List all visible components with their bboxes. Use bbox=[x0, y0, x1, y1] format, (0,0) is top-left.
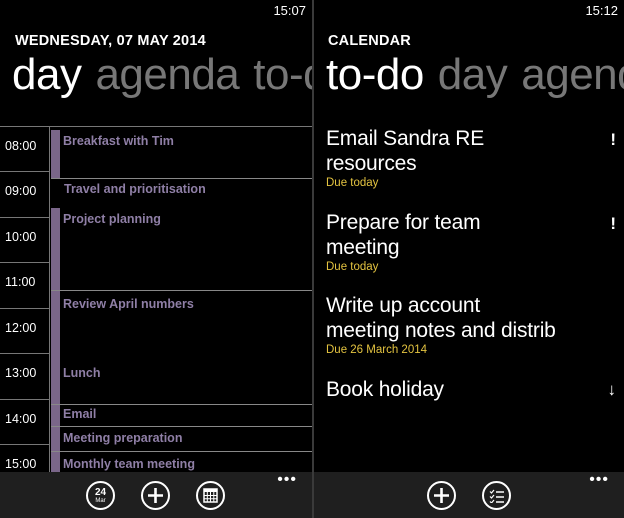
todo-due-date: Due 26 March 2014 bbox=[326, 344, 428, 356]
calendar-event[interactable]: Email bbox=[51, 404, 312, 427]
app-bar: ••• bbox=[314, 472, 624, 518]
todo-title: Book holiday bbox=[326, 378, 444, 401]
todo-title: meeting notes and distrib bbox=[326, 319, 556, 342]
pivot-agenda[interactable]: agenda bbox=[521, 50, 624, 100]
status-time: 15:12 bbox=[585, 3, 618, 18]
event-color-bar bbox=[51, 130, 60, 178]
hour-slot: 11:00 bbox=[0, 262, 50, 307]
calendar-day-screen: 15:07 WEDNESDAY, 07 MAY 2014 day agenda to… bbox=[0, 0, 312, 518]
pivot-todo[interactable]: to-do bbox=[253, 50, 312, 100]
todo-due-date: Due today bbox=[326, 261, 379, 273]
day-timeline[interactable]: 08:00 09:00 10:00 11:00 12:00 13:00 14:0… bbox=[0, 126, 312, 472]
hour-label: 15:00 bbox=[5, 457, 37, 471]
app-bar: 24 Mar ••• bbox=[0, 472, 312, 518]
calendar-event[interactable]: Meeting preparation bbox=[51, 426, 312, 452]
calendar-todo-screen: 15:12 CALENDAR to-do day agenda Email Sand… bbox=[314, 0, 624, 518]
hour-label: 11:00 bbox=[5, 275, 36, 289]
more-icon[interactable]: ••• bbox=[277, 472, 297, 488]
calendar-event[interactable]: Lunch bbox=[51, 362, 312, 404]
todo-title: resources bbox=[326, 152, 417, 175]
hour-slot: 08:00 bbox=[0, 126, 50, 171]
calendar-event[interactable]: Travel and prioritisation bbox=[51, 178, 312, 200]
hour-slot: 10:00 bbox=[0, 217, 50, 262]
todo-due-date: Due today bbox=[326, 177, 379, 189]
high-priority-icon: ! bbox=[610, 130, 616, 149]
hour-label: 08:00 bbox=[5, 139, 37, 153]
todo-item[interactable]: Email Sandra RE resources Due today ! bbox=[326, 126, 616, 189]
hour-slot: 12:00 bbox=[0, 308, 50, 353]
event-color-bar bbox=[51, 362, 60, 404]
event-color-bar bbox=[51, 291, 60, 371]
event-color-bar bbox=[51, 405, 60, 427]
event-title: Travel and prioritisation bbox=[64, 182, 206, 196]
event-title: Email bbox=[63, 407, 97, 421]
month-view-icon[interactable] bbox=[196, 481, 225, 510]
status-time: 15:07 bbox=[273, 3, 306, 18]
event-title: Breakfast with Tim bbox=[63, 134, 174, 148]
pivot-agenda[interactable]: agenda bbox=[95, 50, 239, 100]
high-priority-icon: ! bbox=[610, 214, 616, 233]
pivot-todo[interactable]: to-do bbox=[326, 50, 424, 100]
hour-label: 09:00 bbox=[5, 184, 37, 198]
event-color-bar bbox=[51, 208, 60, 290]
todo-item[interactable]: Write up account meeting notes and distr… bbox=[326, 293, 616, 356]
todo-title: meeting bbox=[326, 236, 400, 259]
todo-title: Email Sandra RE bbox=[326, 127, 485, 150]
todo-item[interactable]: Book holiday ↓ bbox=[326, 377, 616, 402]
event-title: Monthly team meeting bbox=[63, 457, 195, 471]
calendar-date-icon[interactable]: 24 Mar bbox=[86, 481, 115, 510]
add-icon[interactable] bbox=[141, 481, 170, 510]
hour-slot: 09:00 bbox=[0, 171, 50, 216]
list-icon[interactable] bbox=[482, 481, 511, 510]
calendar-event[interactable]: Monthly team meeting bbox=[51, 451, 312, 472]
more-icon[interactable]: ••• bbox=[589, 472, 609, 488]
low-priority-icon: ↓ bbox=[607, 380, 617, 399]
hour-slot: 13:00 bbox=[0, 353, 50, 398]
hour-label: 14:00 bbox=[5, 412, 37, 426]
event-title: Project planning bbox=[63, 212, 161, 226]
todo-item[interactable]: Prepare for team meeting Due today ! bbox=[326, 210, 616, 273]
calendar-event[interactable]: Breakfast with Tim bbox=[51, 130, 312, 178]
hour-label: 13:00 bbox=[5, 366, 37, 380]
hour-label: 10:00 bbox=[5, 230, 37, 244]
date-header: WEDNESDAY, 07 MAY 2014 bbox=[15, 33, 206, 49]
todo-title: Prepare for team bbox=[326, 211, 481, 234]
event-color-bar bbox=[51, 452, 60, 472]
date-day: 24 bbox=[94, 486, 107, 498]
pivot-day[interactable]: day bbox=[12, 50, 82, 100]
todo-title: Write up account bbox=[326, 294, 480, 317]
calendar-event[interactable]: Review April numbers bbox=[51, 290, 312, 371]
pivot-day[interactable]: day bbox=[438, 50, 508, 100]
event-color-bar bbox=[51, 427, 60, 452]
date-month: Mar bbox=[95, 497, 106, 504]
calendar-event[interactable]: Project planning bbox=[51, 208, 312, 290]
event-title: Meeting preparation bbox=[63, 431, 183, 445]
event-title: Lunch bbox=[63, 366, 101, 380]
pivot-headers: to-do day agenda bbox=[326, 50, 624, 100]
add-icon[interactable] bbox=[427, 481, 456, 510]
hour-slot: 15:00 bbox=[0, 444, 50, 472]
hour-slot: 14:00 bbox=[0, 399, 50, 444]
app-header: CALENDAR bbox=[328, 33, 411, 49]
hour-label: 12:00 bbox=[5, 321, 37, 335]
pivot-headers: day agenda to-do bbox=[12, 50, 312, 100]
event-title: Review April numbers bbox=[63, 297, 194, 311]
